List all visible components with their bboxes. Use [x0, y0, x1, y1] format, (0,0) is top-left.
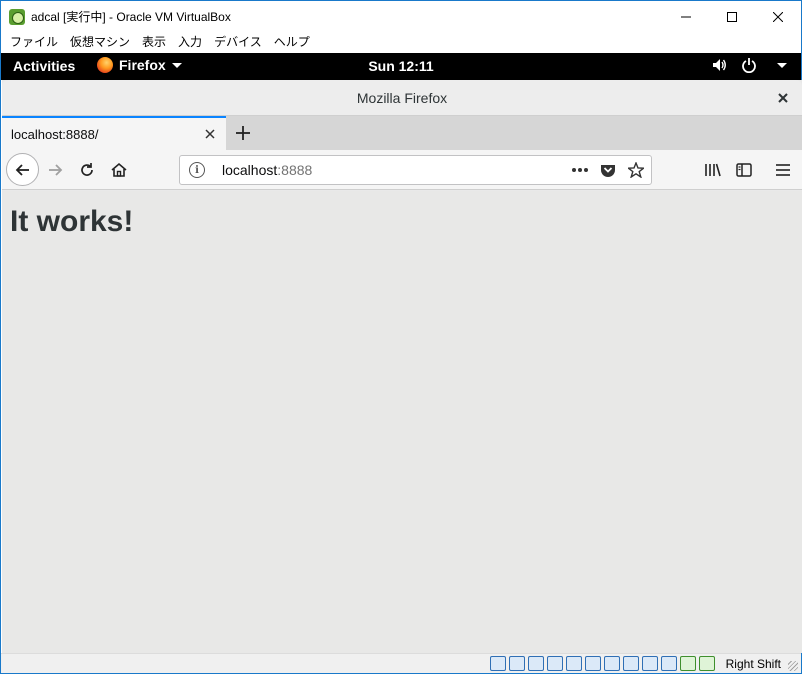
arrow-left-icon	[15, 163, 29, 176]
minimize-button[interactable]	[663, 1, 709, 32]
vbox-status-icons	[490, 656, 715, 671]
reload-button[interactable]	[75, 158, 99, 182]
audio-icon[interactable]	[509, 656, 525, 671]
menu-file[interactable]: ファイル	[4, 32, 64, 53]
page-heading: It works!	[10, 205, 134, 238]
shared-folders-icon[interactable]	[566, 656, 582, 671]
close-window-button[interactable]	[755, 1, 801, 32]
firefox-window: Mozilla Firefox localhost:8888/ i localh…	[2, 80, 802, 653]
status-chevron-down-icon	[777, 62, 787, 68]
tab-localhost[interactable]: localhost:8888/	[2, 116, 226, 150]
menu-machine[interactable]: 仮想マシン	[64, 32, 136, 53]
reload-icon	[81, 163, 93, 176]
resize-grip[interactable]	[788, 661, 798, 671]
sidebar-icon	[736, 163, 752, 177]
app-menu-label: Firefox	[119, 57, 166, 73]
display-icon[interactable]	[585, 656, 601, 671]
firefox-close-button[interactable]	[774, 89, 792, 107]
close-icon	[205, 129, 215, 139]
firefox-logo-icon	[97, 57, 113, 73]
usb-icon[interactable]	[547, 656, 563, 671]
url-page-actions	[571, 161, 645, 179]
tab-title: localhost:8888/	[11, 126, 99, 142]
firefox-window-title: Mozilla Firefox	[356, 90, 448, 106]
pocket-button[interactable]	[599, 161, 617, 179]
mouse-integration-icon[interactable]	[642, 656, 658, 671]
activities-button[interactable]: Activities	[13, 58, 75, 74]
virtualbox-app-icon	[9, 8, 25, 25]
menu-input[interactable]: 入力	[172, 32, 208, 53]
star-icon	[628, 162, 644, 178]
firefox-titlebar: Mozilla Firefox	[2, 80, 802, 116]
vbox-menubar: ファイル 仮想マシン 表示 入力 デバイス ヘルプ	[1, 32, 801, 53]
sidebar-button[interactable]	[732, 158, 756, 182]
menu-help[interactable]: ヘルプ	[268, 32, 316, 53]
bookmark-star-button[interactable]	[627, 161, 645, 179]
close-icon	[778, 93, 788, 103]
menu-view[interactable]: 表示	[136, 32, 172, 53]
open-menu-button[interactable]	[771, 158, 795, 182]
page-actions-button[interactable]	[571, 161, 589, 179]
url-bar[interactable]: i localhost:8888	[179, 155, 652, 185]
minimize-icon	[681, 16, 691, 17]
tab-close-button[interactable]	[202, 126, 218, 142]
forward-button[interactable]	[43, 158, 67, 182]
vbox-window-title: adcal [実行中] - Oracle VM VirtualBox	[31, 10, 231, 24]
virtualbox-window: adcal [実行中] - Oracle VM VirtualBox ファイル …	[0, 0, 802, 674]
navigation-toolbar: i localhost:8888	[2, 150, 802, 190]
guest-additions-icon[interactable]	[661, 656, 677, 671]
gnome-top-bar: Activities Firefox Sun 12:11	[1, 53, 801, 80]
home-button[interactable]	[107, 158, 131, 182]
pocket-icon	[601, 165, 615, 177]
tab-strip: localhost:8888/	[2, 116, 802, 150]
close-icon	[773, 11, 783, 22]
chevron-down-icon	[171, 62, 182, 68]
window-controls	[663, 1, 801, 32]
maximize-button[interactable]	[709, 1, 755, 32]
menu-devices[interactable]: デバイス	[208, 32, 268, 53]
url-host: localhost	[222, 162, 278, 178]
host-key-label: Right Shift	[725, 657, 781, 671]
library-button[interactable]	[701, 158, 725, 182]
new-tab-button[interactable]	[231, 121, 255, 145]
library-icon	[705, 163, 721, 177]
ellipsis-icon	[572, 168, 588, 172]
capture-icon[interactable]	[604, 656, 620, 671]
vbox-statusbar: Right Shift	[1, 653, 801, 673]
plus-icon	[236, 126, 250, 140]
maximize-icon	[727, 11, 737, 22]
network-icon[interactable]	[528, 656, 544, 671]
page-content: It works!	[2, 191, 802, 653]
home-icon	[111, 162, 127, 177]
power-icon	[742, 58, 756, 73]
app-menu-button[interactable]: Firefox	[97, 57, 182, 73]
clock[interactable]: Sun 12:11	[368, 58, 433, 74]
vbox-titlebar: adcal [実行中] - Oracle VM VirtualBox	[1, 1, 801, 32]
url-port: :8888	[277, 162, 313, 178]
hamburger-menu-icon	[776, 164, 790, 176]
optical-drive-icon[interactable]	[490, 656, 506, 671]
url-text[interactable]: localhost:8888	[222, 162, 571, 178]
cpu-icon[interactable]	[680, 656, 696, 671]
site-info-icon[interactable]: i	[189, 162, 205, 178]
arrow-right-icon	[49, 164, 63, 176]
keyboard-icon[interactable]	[699, 656, 715, 671]
system-status-area[interactable]	[711, 57, 787, 73]
back-button[interactable]	[6, 153, 39, 186]
video-capture-icon[interactable]	[623, 656, 639, 671]
volume-icon	[713, 59, 726, 71]
